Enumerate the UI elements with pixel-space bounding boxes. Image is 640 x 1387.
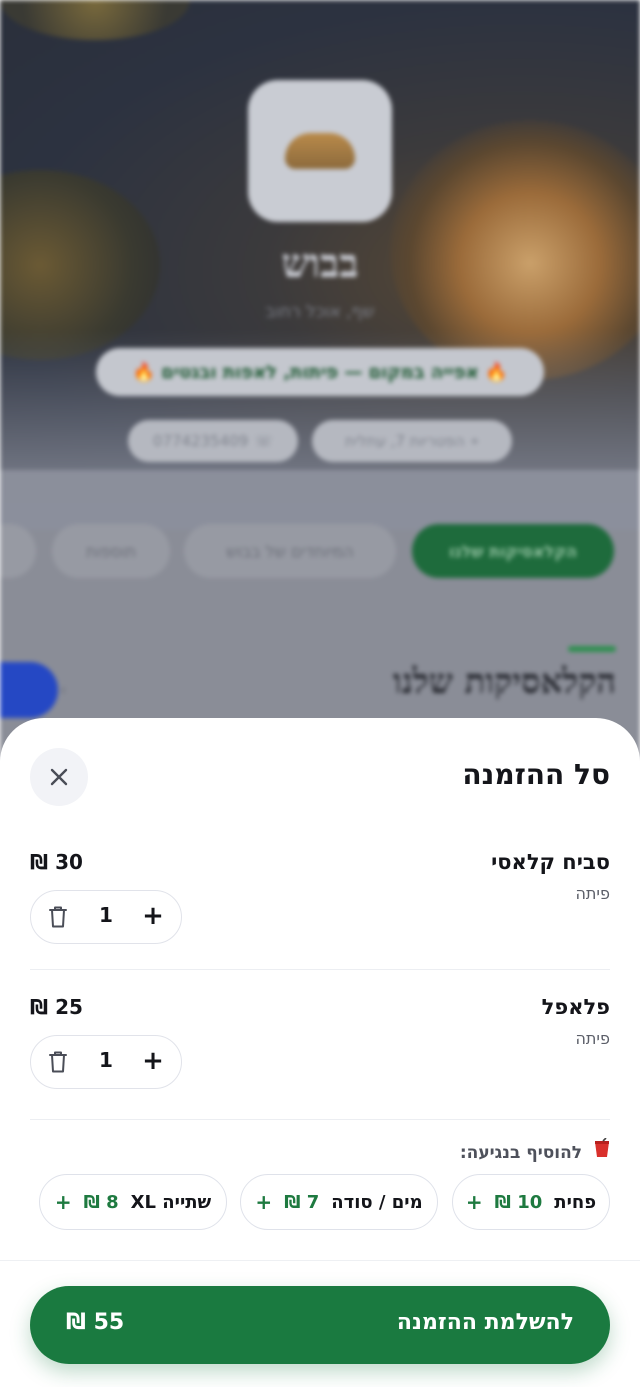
addon-price: 7 ₪ bbox=[284, 1191, 320, 1213]
checkout-button[interactable]: להשלמת ההזמנה 55 ₪ bbox=[30, 1286, 610, 1364]
addons-heading: להוסיף בנגיעה: bbox=[460, 1138, 610, 1163]
address-text: הפטריות 7, עתלית bbox=[345, 432, 465, 450]
background-page: בבוש שף, אוכל רחוב 🔥 אפייה במקום — פיתות… bbox=[0, 0, 640, 760]
addons-heading-text: להוסיף בנגיעה: bbox=[459, 1143, 583, 1163]
cart-item-name: פלאפל bbox=[541, 995, 610, 1019]
quantity-stepper: 1 + bbox=[30, 1035, 182, 1089]
addon-button[interactable]: מים / סודה 7 ₪ + bbox=[240, 1174, 438, 1230]
addon-button[interactable]: שתייה XL 8 ₪ + bbox=[39, 1174, 227, 1230]
tab-classics-label: הקלאסיקות שלנו bbox=[449, 541, 578, 561]
cart-item: פלאפל פיתה 25 ₪ 1 + bbox=[30, 995, 610, 1091]
addon-plus-icon: + bbox=[54, 1190, 72, 1214]
promo-banner: 🔥 אפייה במקום — פיתות, לאפות ובגטים 🔥 bbox=[96, 348, 544, 396]
checkout-label: להשלמת ההזמנה bbox=[396, 1310, 574, 1335]
trash-icon[interactable] bbox=[47, 1050, 69, 1074]
cart-item-name: סביח קלאסי bbox=[491, 850, 610, 874]
addon-price: 8 ₪ bbox=[83, 1191, 119, 1213]
addon-button[interactable]: פחית 10 ₪ + bbox=[452, 1174, 610, 1230]
tab-classics[interactable]: הקלאסיקות שלנו bbox=[412, 524, 614, 578]
increase-quantity-button[interactable]: + bbox=[137, 1044, 169, 1078]
phone-pill[interactable]: ☏ 0774235409 bbox=[128, 420, 298, 462]
footer-divider bbox=[0, 1260, 640, 1261]
tab-specials[interactable]: המיוחדים של בבוש bbox=[184, 524, 396, 578]
sandwich-icon bbox=[285, 133, 355, 169]
cart-item: סביח קלאסי פיתה 30 ₪ 1 + bbox=[30, 850, 610, 946]
divider bbox=[30, 1119, 610, 1120]
restaurant-subtitle: שף, אוכל רחוב bbox=[265, 302, 375, 322]
restaurant-name: בבוש bbox=[281, 240, 359, 287]
chevron-left-icon: ‹ bbox=[60, 680, 67, 699]
section-title: הקלאסיקות שלנו bbox=[393, 662, 616, 702]
cart-title: סל ההזמנה bbox=[462, 758, 610, 791]
phone-text: 0774235409 bbox=[152, 432, 249, 450]
trash-icon[interactable] bbox=[47, 905, 69, 929]
cart-item-price: 25 ₪ bbox=[30, 995, 83, 1019]
address-pill[interactable]: ⌖ הפטריות 7, עתלית bbox=[312, 420, 512, 462]
addon-name: מים / סודה bbox=[331, 1191, 423, 1213]
close-icon bbox=[50, 768, 68, 786]
addon-plus-icon: + bbox=[255, 1190, 273, 1214]
quantity-value: 1 bbox=[99, 1048, 113, 1072]
promo-text: 🔥 אפייה במקום — פיתות, לאפות ובגטים 🔥 bbox=[132, 361, 508, 383]
addon-name: שתייה XL bbox=[130, 1191, 212, 1213]
increase-quantity-button[interactable]: + bbox=[137, 899, 169, 933]
addon-plus-icon: + bbox=[465, 1190, 483, 1214]
phone-icon: ☏ bbox=[254, 432, 274, 450]
divider bbox=[30, 969, 610, 970]
quantity-value: 1 bbox=[99, 903, 113, 927]
cart-item-variant: פיתה bbox=[575, 884, 610, 903]
checkout-total: 55 ₪ bbox=[66, 1310, 125, 1335]
pin-icon: ⌖ bbox=[470, 432, 479, 450]
quantity-stepper: 1 + bbox=[30, 890, 182, 944]
addon-price: 10 ₪ bbox=[494, 1191, 543, 1213]
tab-sides-label: תוספות bbox=[85, 541, 137, 561]
cart-item-price: 30 ₪ bbox=[30, 850, 83, 874]
section-accent bbox=[568, 646, 616, 652]
cart-sheet: סל ההזמנה סביח קלאסי פיתה 30 ₪ 1 + פלאפל… bbox=[0, 718, 640, 1387]
addon-name: פחית bbox=[554, 1191, 597, 1213]
restaurant-logo bbox=[248, 80, 392, 222]
cup-icon bbox=[595, 1138, 609, 1157]
tab-sides[interactable]: תוספות bbox=[52, 524, 170, 578]
close-button[interactable] bbox=[30, 748, 88, 806]
cart-item-variant: פיתה bbox=[575, 1029, 610, 1048]
floating-cart-button[interactable] bbox=[0, 662, 58, 718]
tab-specials-label: המיוחדים של בבוש bbox=[226, 541, 354, 561]
